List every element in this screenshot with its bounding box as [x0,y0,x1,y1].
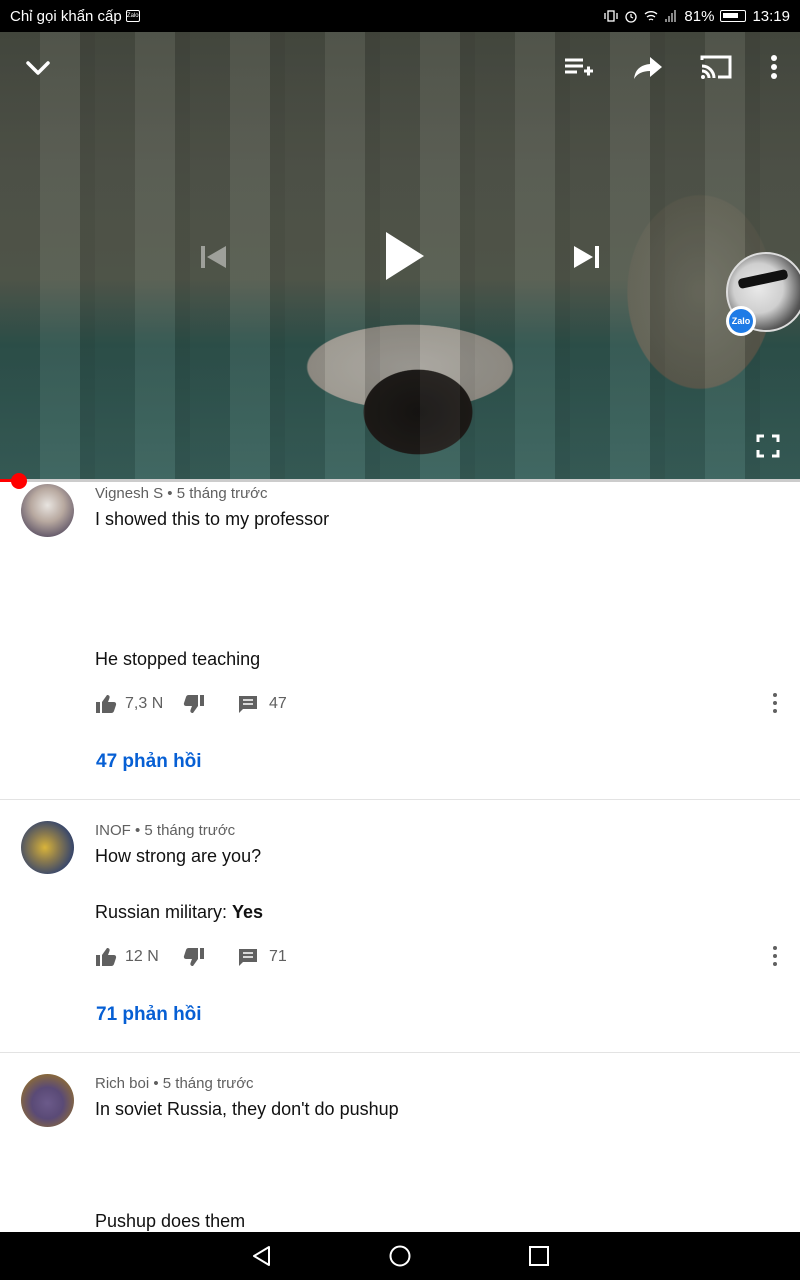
comment-text: He stopped teaching [95,649,261,669]
home-icon[interactable] [388,1244,412,1268]
system-nav-bar [0,1232,800,1280]
add-to-queue-icon[interactable] [562,54,594,82]
view-replies-link[interactable]: 71 phản hồi [96,1004,202,1026]
like-count: 12 N [125,948,159,965]
reply-icon[interactable] [237,946,259,968]
avatar[interactable] [21,821,74,874]
view-replies-link[interactable]: 47 phản hồi [96,751,202,773]
status-bar: Chỉ gọi khẩn cấp Zalo 81% 13:19 [0,0,800,32]
video-progress-track[interactable] [0,479,800,482]
clock: 13:19 [752,7,790,25]
thumbs-up-icon[interactable] [95,946,117,968]
comment-actions: 7,3 N 47 [95,692,287,716]
more-vert-icon[interactable] [766,692,784,714]
divider [0,799,800,800]
zalo-notification-icon: Zalo [125,10,140,22]
comment-text: Pushup does them [95,1211,246,1231]
battery-icon [720,10,747,22]
battery-percent: 81% [684,7,715,25]
thumbs-down-icon[interactable] [183,946,205,968]
more-vert-icon[interactable] [764,52,784,82]
thumbs-down-icon[interactable] [183,693,205,715]
wifi-icon [644,11,658,21]
back-icon[interactable] [250,1244,274,1268]
play-icon[interactable] [380,228,428,284]
avatar[interactable] [21,484,74,537]
emergency-calls-text: Chỉ gọi khẩn cấp [10,7,122,25]
comment-author-meta[interactable]: Rich boi • 5 tháng trước [95,1075,254,1092]
video-progress-scrubber[interactable] [11,473,27,489]
zalo-badge-icon: Zalo [726,306,756,336]
comment-bold-text: Yes [232,902,264,922]
alarm-icon [625,11,638,23]
signal-icon [665,10,677,22]
recents-icon[interactable] [527,1244,551,1268]
comment-text: I showed this to my professor [95,509,330,529]
cast-icon[interactable] [698,52,734,82]
vibrate-icon [604,10,619,22]
reply-count: 47 [269,695,287,712]
avatar[interactable] [21,1074,74,1127]
comment-text: In soviet Russia, they don't do pushup [95,1099,399,1119]
comment-text: How strong are you? [95,846,262,866]
reply-icon[interactable] [237,693,259,715]
chevron-down-icon[interactable] [24,58,52,78]
reply-count: 71 [269,948,287,965]
fullscreen-icon[interactable] [756,434,780,458]
skip-next-icon[interactable] [570,240,604,274]
comment-actions: 12 N 71 [95,945,287,969]
thumbs-up-icon[interactable] [95,693,117,715]
comment-author-meta[interactable]: Vignesh S • 5 tháng trước [95,485,267,502]
more-vert-icon[interactable] [766,945,784,967]
share-icon[interactable] [632,54,664,82]
comment-text: Russian military: Yes [95,902,264,922]
comment-author-meta[interactable]: INOF • 5 tháng trước [95,822,235,839]
divider [0,1052,800,1053]
skip-previous-icon[interactable] [196,240,230,274]
like-count: 7,3 N [125,695,164,712]
